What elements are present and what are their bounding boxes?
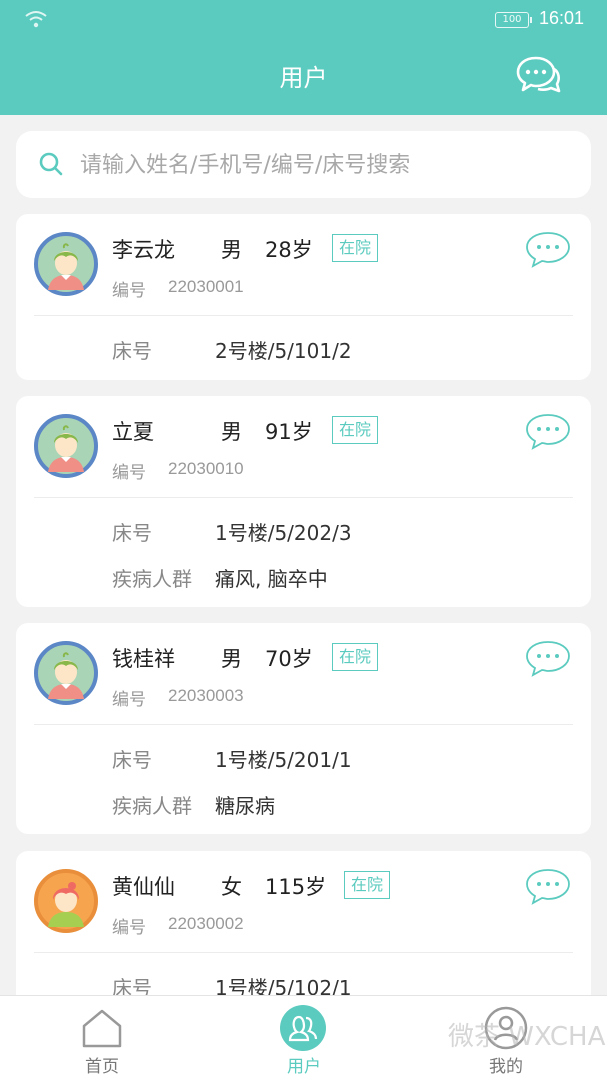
tab-mine-label: 我的 [489, 1057, 523, 1077]
user-gender: 女 [221, 875, 242, 899]
user-age: 115岁 [265, 875, 327, 899]
bottom-tab-bar: 首页 用户 我的 微茶 WXCHA [0, 995, 607, 1080]
avatar-icon [34, 869, 98, 933]
user-name: 李云龙 [112, 238, 175, 262]
chat-bubble-icon[interactable] [524, 640, 572, 678]
divider [34, 497, 573, 498]
bed-label: 床号 [112, 748, 152, 772]
user-code: 22030010 [168, 459, 244, 478]
user-age: 91岁 [265, 420, 313, 444]
avatar-icon [34, 414, 98, 478]
chat-bubble-icon[interactable] [524, 413, 572, 451]
search-icon [39, 152, 63, 176]
disease-label: 疾病人群 [112, 567, 192, 591]
user-name: 立夏 [112, 420, 154, 444]
bed-value: 2号楼/5/101/2 [215, 339, 352, 363]
divider [34, 315, 573, 316]
code-label: 编号 [112, 463, 146, 483]
status-badge: 在院 [344, 871, 391, 899]
code-label: 编号 [112, 690, 146, 710]
tab-home-label: 首页 [85, 1057, 119, 1077]
user-card[interactable]: 钱桂祥 男 70岁 在院 编号 22030003 床号 1号楼/5/201/1 … [16, 623, 591, 834]
bed-label: 床号 [112, 521, 152, 545]
bed-value: 1号楼/5/201/1 [215, 748, 352, 772]
user-card[interactable]: 李云龙 男 28岁 在院 编号 22030001 床号 2号楼/5/101/2 [16, 214, 591, 380]
avatar-icon [34, 232, 98, 296]
status-badge: 在院 [332, 416, 379, 444]
user-age: 28岁 [265, 238, 313, 262]
user-age: 70岁 [265, 647, 313, 671]
disease-label: 疾病人群 [112, 794, 192, 818]
tab-home[interactable]: 首页 [52, 996, 152, 1080]
home-icon [82, 1009, 122, 1048]
chat-bubbles-icon[interactable] [514, 55, 562, 99]
status-badge: 在院 [332, 643, 379, 671]
avatar-icon [34, 641, 98, 705]
wifi-icon [25, 11, 47, 28]
clock: 16:01 [539, 8, 585, 28]
user-code: 22030001 [168, 277, 244, 296]
chat-bubble-icon[interactable] [524, 868, 572, 906]
user-gender: 男 [221, 420, 242, 444]
divider [34, 724, 573, 725]
tab-users-label: 用户 [287, 1057, 321, 1077]
search-bar[interactable] [16, 131, 591, 198]
status-badge: 在院 [332, 234, 379, 262]
bed-label: 床号 [112, 339, 152, 363]
user-gender: 男 [221, 647, 242, 671]
chat-bubble-icon[interactable] [524, 231, 572, 269]
user-card[interactable]: 立夏 男 91岁 在院 编号 22030010 床号 1号楼/5/202/3 疾… [16, 396, 591, 607]
watermark: 微茶 WXCHA [448, 1022, 606, 1052]
user-gender: 男 [221, 238, 242, 262]
code-label: 编号 [112, 918, 146, 938]
user-name: 钱桂祥 [112, 647, 175, 671]
search-input[interactable] [80, 145, 570, 185]
divider [34, 952, 573, 953]
user-code: 22030003 [168, 686, 244, 705]
tab-users[interactable]: 用户 [254, 996, 354, 1080]
user-code: 22030002 [168, 914, 244, 933]
user-name: 黄仙仙 [112, 875, 175, 899]
disease-value: 糖尿病 [215, 794, 275, 818]
bed-value: 1号楼/5/202/3 [215, 521, 352, 545]
disease-value: 痛风, 脑卒中 [215, 567, 328, 591]
battery-indicator: 100 [495, 12, 532, 28]
users-icon [280, 1005, 326, 1051]
header-bar: 100 16:01 用户 [0, 0, 607, 115]
status-bar: 100 16:01 [0, 0, 607, 42]
code-label: 编号 [112, 281, 146, 301]
